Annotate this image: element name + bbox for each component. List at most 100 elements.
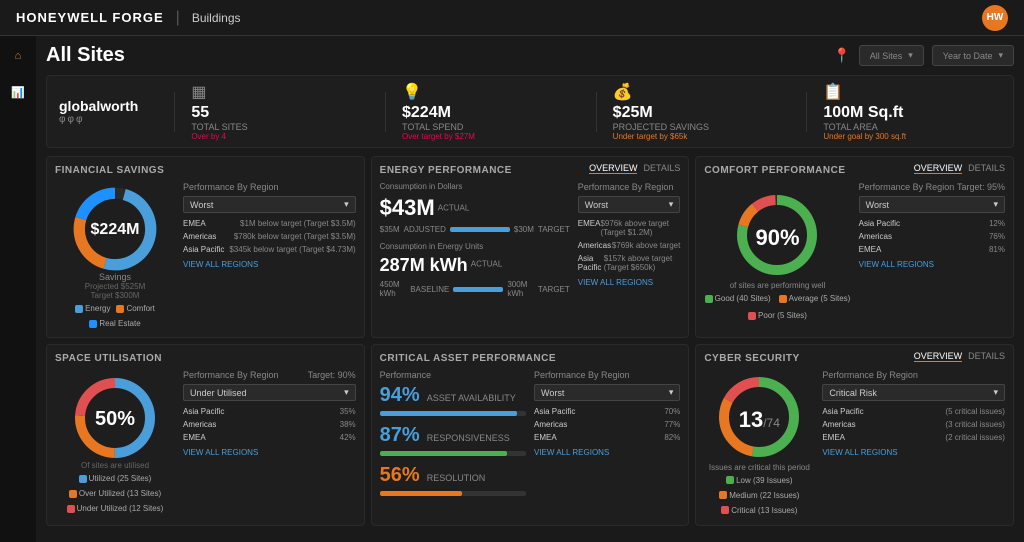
space-legend-under: Under Utilized (12 Sites): [67, 504, 164, 513]
legend-energy: Energy: [75, 304, 110, 313]
financial-donut-sub1: Projected $525M: [85, 282, 145, 291]
comfort-donut-area: 90% of sites are performing well Good (4…: [704, 182, 850, 328]
comfort-tab-details[interactable]: DETAILS: [968, 163, 1005, 174]
energy-adjusted-tag: ADJUSTED: [404, 225, 446, 234]
cyber-issues-label: Issues are critical this period: [709, 463, 810, 472]
critical-availability-fill: [380, 411, 518, 416]
critical-region-title: Performance By Region: [534, 370, 680, 380]
financial-panel: FINANCIAL SAVINGS $224M Savings Projecte…: [46, 156, 365, 338]
critical-title: CRITICAL ASSET PERFORMANCE: [380, 353, 681, 364]
critical-availability-bar: [380, 411, 526, 416]
energy-region-americas: Americas $769k above target: [578, 241, 681, 250]
area-value: 100M Sq.ft: [823, 104, 903, 122]
client-logo: globalworth φφφ: [59, 98, 138, 125]
financial-donut-value: $224M: [91, 221, 140, 239]
critical-availability-label: ASSET AVAILABILITY: [427, 393, 516, 403]
space-donut-area: 50% Of sites are utilised Utilized (25 S…: [55, 370, 175, 516]
energy-panel: ENERGY PERFORMANCE OVERVIEW DETAILS Cons…: [371, 156, 690, 338]
financial-inner: $224M Savings Projected $525M Target $30…: [55, 182, 356, 328]
financial-region-title: Performance By Region: [183, 182, 356, 192]
energy-kwh-baseline-label: BASELINE: [410, 285, 449, 294]
energy-kwh-bar: [453, 287, 503, 292]
critical-resolution-pct: 56%: [380, 464, 420, 486]
avatar[interactable]: HW: [982, 5, 1008, 31]
space-region-emea: EMEA 42%: [183, 433, 356, 442]
financial-title: FINANCIAL SAVINGS: [55, 165, 356, 176]
cyber-issues-value: 13: [739, 407, 763, 432]
financial-region-emea: EMEA $1M below target (Target $3.5M): [183, 219, 356, 228]
comfort-view-all[interactable]: VIEW ALL REGIONS: [859, 260, 1005, 269]
critical-resolution-bar: [380, 491, 526, 496]
cyber-tab-details[interactable]: DETAILS: [968, 351, 1005, 362]
energy-left: Consumption in Dollars $43M ACTUAL $35M …: [380, 182, 570, 328]
financial-donut-area: $224M Savings Projected $525M Target $30…: [55, 182, 175, 328]
comfort-legend-good: Good (40 Sites): [705, 294, 771, 303]
header-left: HONEYWELL FORGE | Buildings: [16, 9, 241, 27]
energy-kwh-value: 287M kWh: [380, 255, 468, 275]
summary-divider-4: [806, 92, 807, 132]
critical-perf-label: Performance: [380, 370, 526, 380]
spend-value: $224M: [402, 104, 451, 122]
comfort-inner: 90% of sites are performing well Good (4…: [704, 182, 1005, 328]
critical-responsiveness-pct: 87%: [380, 424, 420, 446]
energy-bar-target-label: $30M: [514, 225, 534, 234]
comfort-sub: of sites are performing well: [730, 281, 826, 290]
space-panel: SPACE UTILISATION 50% Of sites are utili…: [46, 344, 365, 526]
main-content: All Sites 📍 All Sites ▾ Year to Date ▾ g…: [36, 36, 1024, 530]
sidebar: ⌂ 📊: [0, 36, 36, 542]
energy-consumption-label: Consumption in Dollars: [380, 182, 570, 191]
critical-inner: Performance 94% ASSET AVAILABILITY 87% R…: [380, 370, 681, 516]
comfort-region-select[interactable]: Worst▾: [859, 196, 1005, 213]
comfort-region-asiapac: Asia Pacific 12%: [859, 219, 1005, 228]
space-view-all[interactable]: VIEW ALL REGIONS: [183, 448, 356, 457]
space-pct: 50%: [95, 408, 135, 430]
cyber-tab-overview[interactable]: OVERVIEW: [914, 351, 962, 362]
energy-kwh-target-label: TARGET: [538, 285, 570, 294]
summary-metric-sites: ▦ 55 TOTAL SITES Over by 4: [191, 82, 369, 141]
financial-region-asiapac: Asia Pacific $345k below target (Target …: [183, 245, 356, 254]
page-title: All Sites: [46, 44, 125, 67]
cyber-donut-area: 13/74 Issues are critical this period Lo…: [704, 370, 814, 516]
critical-region-select[interactable]: Worst▾: [534, 384, 680, 401]
cyber-legend: Low (39 Issues) Medium (22 Issues) Criti…: [704, 476, 814, 515]
cyber-tabs: OVERVIEW DETAILS: [914, 351, 1005, 362]
space-inner: 50% Of sites are utilised Utilized (25 S…: [55, 370, 356, 516]
energy-tabs: OVERVIEW DETAILS: [589, 163, 680, 174]
critical-region-emea: EMEA 82%: [534, 433, 680, 442]
client-dots: φφφ: [59, 114, 138, 125]
period-dropdown[interactable]: Year to Date ▾: [932, 45, 1014, 66]
financial-region-select[interactable]: Worst▾: [183, 196, 356, 213]
cyber-inner: 13/74 Issues are critical this period Lo…: [704, 370, 1005, 516]
comfort-region-americas: Americas 76%: [859, 232, 1005, 241]
sidebar-chart-icon[interactable]: 📊: [6, 80, 30, 104]
energy-region-select[interactable]: Worst▾: [578, 196, 681, 213]
energy-view-all[interactable]: VIEW ALL REGIONS: [578, 278, 681, 287]
critical-view-all[interactable]: VIEW ALL REGIONS: [534, 448, 680, 457]
energy-tab-overview[interactable]: OVERVIEW: [589, 163, 637, 174]
sidebar-home-icon[interactable]: ⌂: [6, 44, 30, 68]
area-icon: 📋: [823, 82, 843, 102]
brand-name: HONEYWELL FORGE: [16, 10, 164, 25]
critical-left: Performance 94% ASSET AVAILABILITY 87% R…: [380, 370, 526, 516]
area-label: TOTAL AREA: [823, 122, 877, 132]
sites-value: 55: [191, 104, 209, 122]
cyber-legend-medium: Medium (22 Issues): [719, 491, 799, 500]
space-legend-utilized: Utilized (25 Sites): [79, 474, 152, 483]
cyber-panel: CYBER SECURITY OVERVIEW DETAILS 13/74: [695, 344, 1014, 526]
energy-tab-details[interactable]: DETAILS: [643, 163, 680, 174]
cyber-region-americas: Americas (3 critical issues): [822, 420, 1005, 429]
financial-view-all[interactable]: VIEW ALL REGIONS: [183, 260, 356, 269]
space-legend-over: Over Utilized (13 Sites): [69, 489, 161, 498]
page-title-row: All Sites 📍 All Sites ▾ Year to Date ▾: [46, 44, 1014, 67]
cyber-region-select[interactable]: Critical Risk▾: [822, 384, 1005, 401]
critical-responsiveness-bar: [380, 451, 526, 456]
comfort-tab-overview[interactable]: OVERVIEW: [914, 163, 962, 174]
summary-metric-area: 📋 100M Sq.ft TOTAL AREA Under goal by 30…: [823, 82, 1001, 141]
spend-icon: 💡: [402, 82, 422, 102]
space-region-select[interactable]: Under Utilised▾: [183, 384, 356, 401]
space-region-asiapac: Asia Pacific 35%: [183, 407, 356, 416]
sites-dropdown[interactable]: All Sites ▾: [859, 45, 924, 66]
cyber-view-all[interactable]: VIEW ALL REGIONS: [822, 448, 1005, 457]
critical-region-americas: Americas 77%: [534, 420, 680, 429]
financial-region-americas: Americas $780k below target (Target $3.5…: [183, 232, 356, 241]
